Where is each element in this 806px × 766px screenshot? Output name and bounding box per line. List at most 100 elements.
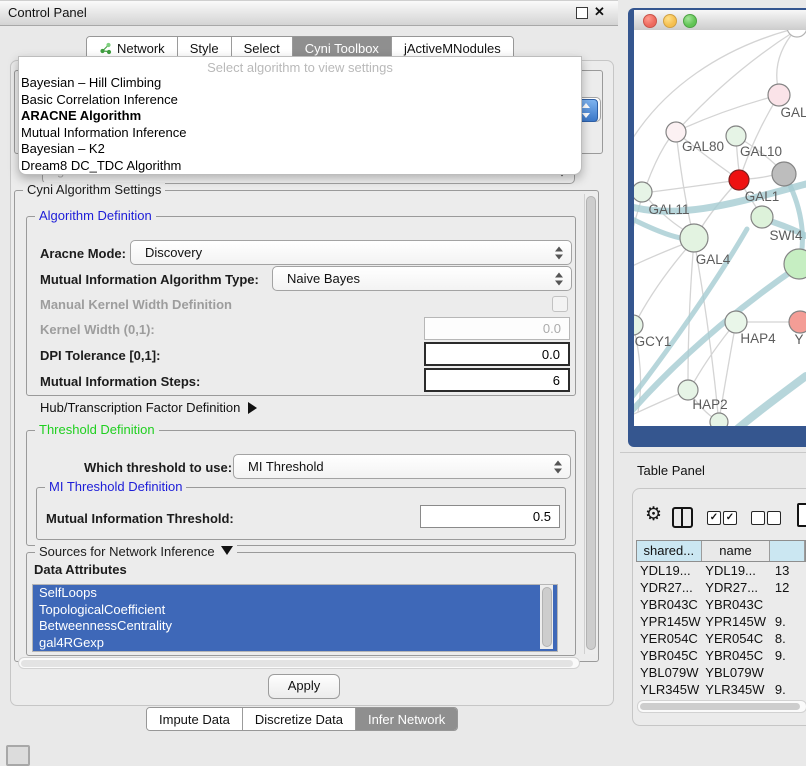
algorithm-definition-legend: Algorithm Definition xyxy=(35,208,156,223)
node-label-gcy1: GCY1 xyxy=(635,334,672,349)
table-cell: YBR045C xyxy=(636,647,701,664)
algorithm-option[interactable]: Dream8 DC_TDC Algorithm xyxy=(19,158,581,175)
select-all-checkbox2-icon[interactable]: ✓ xyxy=(723,511,737,525)
bottom-tab-impute-data[interactable]: Impute Data xyxy=(147,708,242,730)
algorithm-dropdown-placeholder: Select algorithm to view settings xyxy=(19,57,581,75)
manual-kernel-checkbox[interactable] xyxy=(552,296,568,312)
deselect-all-checkbox2-icon[interactable] xyxy=(767,511,781,525)
algorithm-dropdown-popup: Select algorithm to view settings Bayesi… xyxy=(18,56,582,175)
table-body: YDL19...YDL19...13YDR27...YDR27...12YBR0… xyxy=(636,562,806,702)
table-cell: 9. xyxy=(771,647,806,664)
close-traffic-light-icon[interactable] xyxy=(643,14,657,28)
minimized-panel-icon[interactable] xyxy=(6,745,30,766)
network-node-gal1[interactable] xyxy=(729,170,749,190)
table-row[interactable]: YLR345WYLR345W9. xyxy=(636,681,806,698)
attribute-list-item[interactable]: SelfLoops xyxy=(33,585,557,602)
network-node-gal10[interactable] xyxy=(726,126,746,146)
attribute-list-item[interactable]: BetweennessCentrality xyxy=(33,618,557,635)
algorithm-option[interactable]: Bayesian – K2 xyxy=(19,141,581,158)
select-all-checkbox-icon[interactable]: ✓ xyxy=(707,511,721,525)
mi-threshold-input[interactable]: 0.5 xyxy=(420,505,560,528)
table-cell: 9. xyxy=(771,613,806,630)
algorithm-option[interactable]: Basic Correlation Inference xyxy=(19,92,581,109)
network-node-y[interactable] xyxy=(789,311,806,333)
mi-type-combo[interactable]: Naive Bayes xyxy=(272,266,572,291)
network-node-swi4[interactable] xyxy=(751,206,773,228)
column-layout-icon[interactable] xyxy=(672,507,693,528)
mi-threshold-legend: MI Threshold Definition xyxy=(45,479,186,494)
aracne-mode-combo[interactable]: Discovery xyxy=(130,240,572,265)
network-node-gal4[interactable] xyxy=(680,224,708,252)
algorithm-option[interactable]: ARACNE Algorithm xyxy=(19,108,581,125)
settings-horizontal-scrollbar[interactable] xyxy=(18,657,580,669)
bottom-tab-infer-network[interactable]: Infer Network xyxy=(355,708,457,730)
float-window-icon[interactable] xyxy=(576,7,588,19)
table-cell: YBL079W xyxy=(701,664,771,681)
which-threshold-combo[interactable]: MI Threshold xyxy=(233,454,571,479)
new-table-icon[interactable] xyxy=(797,503,806,527)
cyni-settings-legend: Cyni Algorithm Settings xyxy=(23,182,165,197)
table-row[interactable]: YBL079WYBL079W xyxy=(636,664,806,681)
network-view-canvas[interactable]: GALGAL80GAL10GAL1GAL11SWI4GAL4GCY1HAP4YH… xyxy=(634,30,806,426)
minimize-traffic-light-icon[interactable] xyxy=(663,14,677,28)
attribute-list-item[interactable]: gal4RGexp xyxy=(33,635,557,652)
table-horizontal-scrollbar[interactable] xyxy=(637,700,806,713)
table-row[interactable]: YBR045CYBR045C9. xyxy=(636,647,806,664)
apply-button[interactable]: Apply xyxy=(268,674,340,699)
kernel-width-input[interactable]: 0.0 xyxy=(424,317,570,340)
table-cell: 9. xyxy=(771,681,806,698)
hub-definition-expander[interactable]: Hub/Transcription Factor Definition xyxy=(40,400,257,415)
table-cell xyxy=(771,664,806,681)
aracne-mode-label: Aracne Mode: xyxy=(40,246,126,261)
table-cell: YPR145W xyxy=(636,613,701,630)
table-column-header[interactable]: name xyxy=(702,541,771,561)
table-cell: YBL079W xyxy=(636,664,701,681)
node-label-gal4: GAL4 xyxy=(696,252,731,267)
table-column-header[interactable] xyxy=(770,541,805,561)
table-row[interactable]: YBR043CYBR043C xyxy=(636,596,806,613)
manual-kernel-label: Manual Kernel Width Definition xyxy=(40,297,232,312)
control-panel-titlebar: Control Panel ✕ xyxy=(0,0,618,26)
network-node[interactable] xyxy=(710,413,728,426)
close-panel-icon[interactable]: ✕ xyxy=(594,4,605,20)
settings-vertical-scrollbar[interactable] xyxy=(584,194,597,654)
network-graph: GALGAL80GAL10GAL1GAL11SWI4GAL4GCY1HAP4YH… xyxy=(634,30,806,426)
network-node[interactable] xyxy=(772,162,796,186)
algorithm-option[interactable]: Mutual Information Inference xyxy=(19,125,581,142)
table-row[interactable]: YER054CYER054C8. xyxy=(636,630,806,647)
mi-steps-input[interactable]: 6 xyxy=(424,368,570,392)
node-label-hap4: HAP4 xyxy=(740,331,776,346)
network-node-hap4[interactable] xyxy=(725,311,747,333)
network-node-gcy1[interactable] xyxy=(634,315,643,335)
attribute-list-item[interactable]: TopologicalCoefficient xyxy=(33,602,557,619)
settings-gear-icon[interactable]: ⚙ xyxy=(645,503,662,526)
which-threshold-value: MI Threshold xyxy=(248,459,324,474)
tab-style-label: Style xyxy=(190,41,219,56)
network-window-titlebar[interactable] xyxy=(634,10,806,31)
data-attributes-label: Data Attributes xyxy=(34,562,127,577)
deselect-all-checkbox-icon[interactable] xyxy=(751,511,765,525)
network-node-gal[interactable] xyxy=(768,84,790,106)
expander-arrow-down-icon xyxy=(221,546,233,555)
table-row[interactable]: YDR27...YDR27...12 xyxy=(636,579,806,596)
dpi-tolerance-value: 0.0 xyxy=(542,347,560,362)
table-row[interactable]: YPR145WYPR145W9. xyxy=(636,613,806,630)
data-attributes-list[interactable]: SelfLoopsTopologicalCoefficientBetweenne… xyxy=(32,584,558,652)
control-panel-title: Control Panel xyxy=(8,5,87,20)
table-column-header[interactable]: shared... xyxy=(637,541,702,561)
table-cell: YLR345W xyxy=(636,681,701,698)
table-cell: YPR145W xyxy=(701,613,771,630)
table-cell: YER054C xyxy=(636,630,701,647)
table-row[interactable]: YDL19...YDL19...13 xyxy=(636,562,806,579)
network-node-gal11[interactable] xyxy=(634,182,652,202)
table-panel-divider xyxy=(620,452,806,453)
attributes-list-scrollbar[interactable] xyxy=(540,585,553,649)
bottom-tab-discretize-data[interactable]: Discretize Data xyxy=(242,708,355,730)
zoom-traffic-light-icon[interactable] xyxy=(683,14,697,28)
algorithm-option[interactable]: Bayesian – Hill Climbing xyxy=(19,75,581,92)
node-label-y: Y xyxy=(794,332,803,347)
table-cell: YDR27... xyxy=(701,579,771,596)
sources-legend[interactable]: Sources for Network Inference xyxy=(35,544,237,559)
dpi-tolerance-input[interactable]: 0.0 xyxy=(424,342,570,366)
table-cell: YDL19... xyxy=(636,562,701,579)
